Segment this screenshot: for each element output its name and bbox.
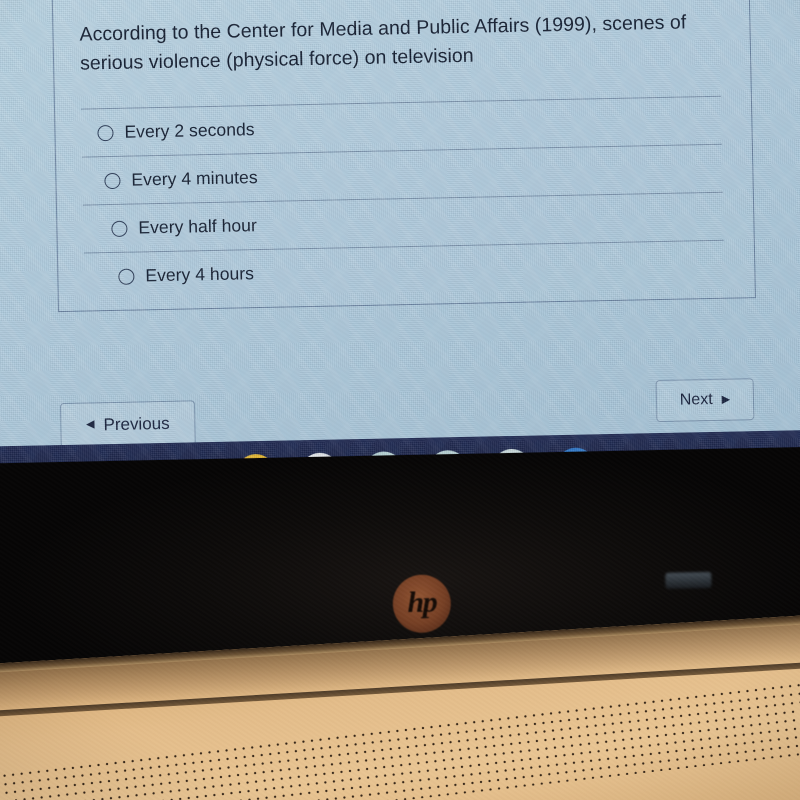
triangle-right-icon: ▶ [721, 393, 731, 406]
answer-option-4-label: Every 4 hours [145, 263, 255, 286]
radio-button-icon[interactable] [118, 268, 135, 285]
radio-button-icon[interactable] [104, 172, 121, 189]
previous-button-label: Previous [103, 413, 170, 434]
answer-option-1-label: Every 2 seconds [124, 119, 255, 142]
hp-logo-text: hp [407, 585, 437, 620]
question-text: According to the Center for Media and Pu… [79, 11, 687, 75]
next-button[interactable]: Next ▶ [655, 378, 755, 423]
photographed-laptop-screen: Question 25 1.5 pts According to the Cen… [0, 0, 800, 800]
quiz-question-card: Question 25 1.5 pts According to the Cen… [50, 0, 756, 313]
question-body: According to the Center for Media and Pu… [52, 0, 754, 311]
hp-logo-icon: hp [392, 574, 452, 634]
radio-button-icon[interactable] [97, 124, 114, 141]
browser-viewport: Question 25 1.5 pts According to the Cen… [0, 0, 800, 449]
radio-button-icon[interactable] [111, 220, 128, 237]
laptop-display: Question 25 1.5 pts According to the Cen… [0, 0, 800, 479]
previous-button[interactable]: ◀ Previous [59, 400, 196, 449]
next-button-label: Next [679, 390, 713, 409]
bezel-reflection [665, 571, 712, 589]
answer-option-3-label: Every half hour [138, 215, 258, 238]
triangle-left-icon: ◀ [85, 418, 95, 431]
answer-options-list: Every 2 seconds Every 4 minutes Every ha… [80, 95, 729, 301]
answer-option-2-label: Every 4 minutes [131, 167, 258, 190]
